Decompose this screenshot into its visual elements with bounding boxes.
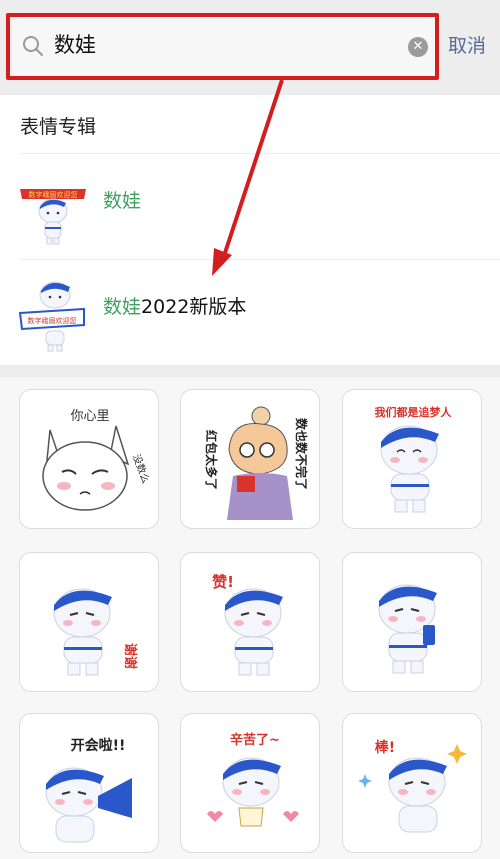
cancel-button[interactable]: 取消 [448,32,486,60]
sticker-hard-work[interactable]: 辛苦了~ [180,713,320,853]
cat-illustration: 你心里 没数么 [42,409,153,511]
sticker-thanks[interactable]: 谢谢 [19,552,159,692]
sticker-great[interactable]: 棒! [342,713,482,853]
mascot-illustration: 我们都是追梦人 [375,405,453,513]
album-thumbnail: 数字峨眉欢迎您 [18,281,85,352]
search-query-text: 数娃 [54,33,96,57]
girl-illustration: 红包太多了 数也数不完了 [204,406,309,520]
mascot-illustration: 赞! [211,573,283,676]
section-gap [0,365,500,377]
sticker-caption: 我们都是追梦人 [375,405,453,419]
sticker-caption: 红包太多了 [204,430,219,490]
section-title: 表情专辑 [20,116,97,138]
sticker-caption: 赞! [211,573,234,591]
sticker-grid: 你心里 没数么 红包太多了 数也数不完了 我们都是追梦人 谢谢 赞! 开会啦!!… [0,377,500,859]
sticker-meeting[interactable]: 开会啦!! [19,713,159,853]
sticker-caption: 你心里 [70,409,109,424]
mascot-illustration: 辛苦了~ [207,732,299,827]
divider [20,153,500,154]
mascot-illustration: 谢谢 [53,588,138,676]
mascot-illustration [378,584,437,674]
search-icon [23,36,43,56]
banner-text: 数字峨眉欢迎您 [29,190,78,199]
clear-icon[interactable]: ✕ [408,37,428,57]
sticker-caption: 棒! [375,739,395,756]
sticker-caption: 开会啦!! [71,737,126,754]
results-panel: 表情专辑 数字峨眉欢迎您 数娃 数字峨眉欢迎您 数娃2022新版本 [0,95,500,365]
sticker-cat[interactable]: 你心里 没数么 [19,389,159,529]
sticker-dream-chaser[interactable]: 我们都是追梦人 [342,389,482,529]
screen: 数娃 ✕ 取消 表情专辑 数字峨眉欢迎您 数娃 数字峨眉欢迎您 数娃2022新版… [0,0,500,859]
sticker-caption: 谢谢 [122,643,138,669]
divider [20,259,500,260]
mascot-illustration: 开会啦!! [45,737,132,843]
sticker-caption-2: 数也数不完了 [294,418,309,490]
sticker-caption: 辛苦了~ [230,732,280,748]
sticker-phone[interactable] [342,552,482,692]
mascot-illustration: 棒! [358,739,467,833]
banner-text: 数字峨眉欢迎您 [28,316,77,325]
sticker-girl-counting[interactable]: 红包太多了 数也数不完了 [180,389,320,529]
album-thumbnail: 数字峨眉欢迎您 [20,189,86,245]
search-bar: 数娃 ✕ 取消 [0,0,500,95]
album-title: 数娃 [103,190,142,212]
sticker-like[interactable]: 赞! [180,552,320,692]
album-title: 数娃2022新版本 [103,296,247,318]
sticker-caption-2: 没数么 [130,452,152,485]
album-item[interactable]: 数字峨眉欢迎您 数娃 [0,155,500,259]
album-item[interactable]: 数字峨眉欢迎您 数娃2022新版本 [0,261,500,365]
